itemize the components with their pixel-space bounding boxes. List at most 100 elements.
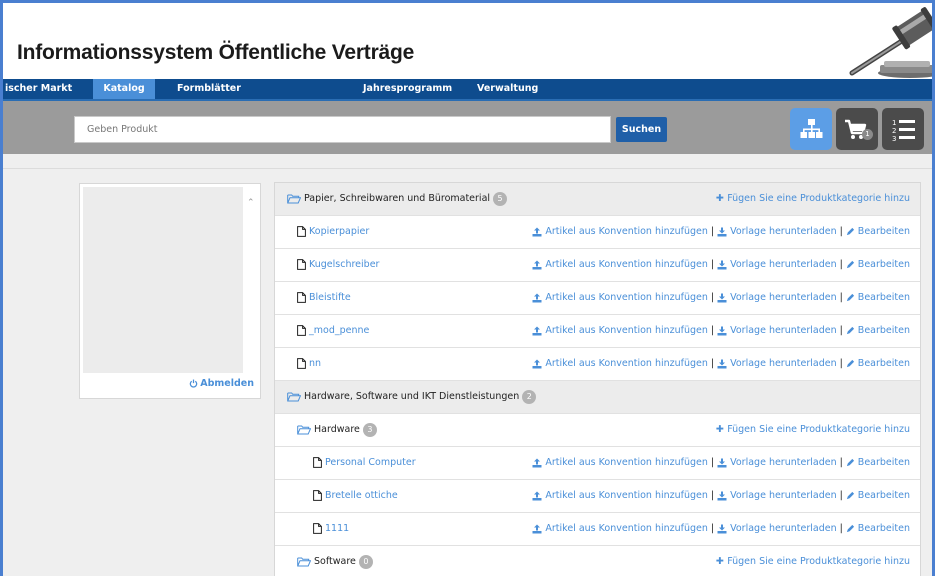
subcategory-label[interactable]: Software 0 <box>297 546 373 576</box>
ordered-list-button[interactable]: 1 2 3 <box>882 108 924 150</box>
product-row: Kugelschreiber Artikel aus Konvention hi… <box>275 249 920 282</box>
edit-link[interactable]: Bearbeiten <box>846 292 910 303</box>
download-template-link[interactable]: Vorlage herunterladen <box>717 226 837 237</box>
product-link[interactable]: 1111 <box>313 513 349 545</box>
edit-link[interactable]: Bearbeiten <box>846 457 910 468</box>
upload-icon <box>532 260 542 269</box>
add-category-link[interactable]: ✚ Fügen Sie eine Produktkategorie hinzu <box>716 546 910 576</box>
product-actions: Artikel aus Konvention hinzufügen | Vorlag… <box>532 513 910 545</box>
nav-item-katalog[interactable]: Katalog <box>93 79 155 99</box>
add-category-link[interactable]: ✚ Fügen Sie eine Produktkategorie hinzu <box>716 183 910 215</box>
product-row: Kopierpapier Artikel aus Konvention hinz… <box>275 216 920 249</box>
download-icon <box>717 227 727 236</box>
category-label[interactable]: Papier, Schreibwaren und Büromaterial 5 <box>287 183 508 215</box>
cart-count-badge: 1 <box>862 129 873 140</box>
sidebar-panel: ⌃ Abmelden <box>79 183 261 399</box>
edit-link[interactable]: Bearbeiten <box>846 490 910 501</box>
app-window: Informationssystem Öffentliche Verträge … <box>0 0 935 576</box>
edit-link[interactable]: Bearbeiten <box>846 259 910 270</box>
edit-link[interactable]: Bearbeiten <box>846 358 910 369</box>
count-badge: 2 <box>522 389 537 404</box>
catalog-tree: Papier, Schreibwaren und Büromaterial 5 ✚… <box>274 182 921 576</box>
gavel-icon <box>849 7 932 78</box>
subcategory-label[interactable]: Hardware 3 <box>297 414 377 446</box>
cart-icon <box>845 119 867 139</box>
category-label[interactable]: Hardware, Software und IKT Dienstleistun… <box>287 381 537 413</box>
add-from-convention-link[interactable]: Artikel aus Konvention hinzufügen <box>532 490 708 501</box>
product-row: Bretelle ottiche Artikel aus Konvention … <box>275 480 920 513</box>
add-from-convention-link[interactable]: Artikel aus Konvention hinzufügen <box>532 523 708 534</box>
logout-link[interactable]: Abmelden <box>189 378 254 389</box>
folder-open-icon <box>287 194 301 203</box>
logout-label: Abmelden <box>200 378 254 389</box>
chevron-up-icon[interactable]: ⌃ <box>247 198 255 208</box>
upload-icon <box>532 524 542 533</box>
pencil-icon <box>846 458 854 467</box>
add-from-convention-link[interactable]: Artikel aus Konvention hinzufügen <box>532 325 708 336</box>
main-nav: ischer Markt Katalog Formblätter Beobach… <box>3 79 932 114</box>
edit-link[interactable]: Bearbeiten <box>846 523 910 534</box>
subcategory-row: Hardware 3 ✚ Fügen Sie eine Produktkatego… <box>275 414 920 447</box>
file-icon <box>297 358 306 369</box>
file-icon <box>313 457 322 468</box>
add-category-link[interactable]: ✚ Fügen Sie eine Produktkategorie hinzu <box>716 414 910 446</box>
file-icon <box>297 259 306 270</box>
search-input[interactable]: Geben Produkt <box>74 116 611 143</box>
product-row: _mod_penne Artikel aus Konvention hinzuf… <box>275 315 920 348</box>
download-template-link[interactable]: Vorlage herunterladen <box>717 523 837 534</box>
download-template-link[interactable]: Vorlage herunterladen <box>717 259 837 270</box>
upload-icon <box>532 326 542 335</box>
sitemap-icon <box>800 119 823 138</box>
product-link[interactable]: Bleistifte <box>297 282 351 314</box>
edit-link[interactable]: Bearbeiten <box>846 325 910 336</box>
svg-text:2: 2 <box>892 127 896 135</box>
download-template-link[interactable]: Vorlage herunterladen <box>717 490 837 501</box>
svg-text:3: 3 <box>892 135 896 143</box>
product-link[interactable]: Bretelle ottiche <box>313 480 398 512</box>
app-title: Informationssystem Öffentliche Verträge <box>17 41 415 64</box>
nav-item-jahresprogramm[interactable]: Jahresprogramm <box>363 79 463 99</box>
add-from-convention-link[interactable]: Artikel aus Konvention hinzufügen <box>532 457 708 468</box>
product-actions: Artikel aus Konvention hinzufügen | Vorlag… <box>532 348 910 380</box>
download-template-link[interactable]: Vorlage herunterladen <box>717 325 837 336</box>
download-template-link[interactable]: Vorlage herunterladen <box>717 292 837 303</box>
product-actions: Artikel aus Konvention hinzufügen | Vorlag… <box>532 216 910 248</box>
cart-button[interactable]: 1 <box>836 108 878 150</box>
folder-open-icon <box>297 425 311 434</box>
product-link[interactable]: _mod_penne <box>297 315 369 347</box>
product-actions: Artikel aus Konvention hinzufügen | Vorlag… <box>532 282 910 314</box>
upload-icon <box>532 458 542 467</box>
nav-item-formblaetter[interactable]: Formblätter Beobachtungsstelle <box>177 79 347 114</box>
product-link[interactable]: Kugelschreiber <box>297 249 379 281</box>
add-from-convention-link[interactable]: Artikel aus Konvention hinzufügen <box>532 259 708 270</box>
sidebar-scroll-area[interactable] <box>83 187 243 373</box>
product-row: Bleistifte Artikel aus Konvention hinzuf… <box>275 282 920 315</box>
download-template-link[interactable]: Vorlage herunterladen <box>717 358 837 369</box>
nav-item-markt[interactable]: ischer Markt <box>3 79 81 99</box>
add-from-convention-link[interactable]: Artikel aus Konvention hinzufügen <box>532 226 708 237</box>
pencil-icon <box>846 491 854 500</box>
add-from-convention-link[interactable]: Artikel aus Konvention hinzufügen <box>532 292 708 303</box>
divider <box>3 168 932 169</box>
product-actions: Artikel aus Konvention hinzufügen | Vorlag… <box>532 447 910 479</box>
download-icon <box>717 524 727 533</box>
product-row: Personal Computer Artikel aus Konvention… <box>275 447 920 480</box>
product-link[interactable]: Personal Computer <box>313 447 416 479</box>
product-actions: Artikel aus Konvention hinzufügen | Vorlag… <box>532 480 910 512</box>
edit-link[interactable]: Bearbeiten <box>846 226 910 237</box>
product-link[interactable]: Kopierpapier <box>297 216 369 248</box>
nav-item-verwaltung[interactable]: Verwaltung <box>477 79 557 99</box>
category-tree-button[interactable] <box>790 108 832 150</box>
add-from-convention-link[interactable]: Artikel aus Konvention hinzufügen <box>532 358 708 369</box>
download-template-link[interactable]: Vorlage herunterladen <box>717 457 837 468</box>
folder-open-icon <box>287 392 301 401</box>
search-button[interactable]: Suchen <box>616 117 667 142</box>
product-link[interactable]: nn <box>297 348 321 380</box>
upload-icon <box>532 293 542 302</box>
pencil-icon <box>846 293 854 302</box>
ordered-list-icon: 1 2 3 <box>892 119 915 143</box>
subcategory-row: Software 0 ✚ Fügen Sie eine Produktkatego… <box>275 546 920 576</box>
download-icon <box>717 260 727 269</box>
upload-icon <box>532 491 542 500</box>
file-icon <box>313 523 322 534</box>
